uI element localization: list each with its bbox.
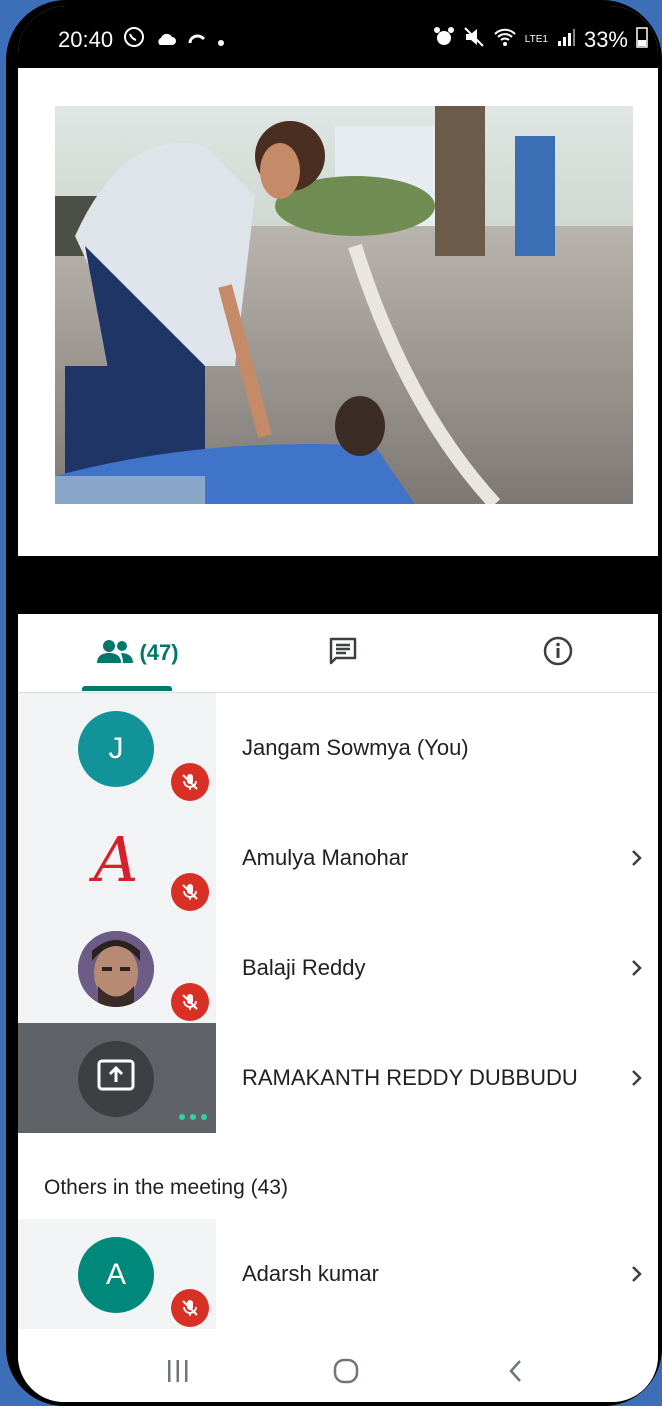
mic-off-icon [171, 873, 209, 911]
tab-chat[interactable] [308, 614, 378, 692]
info-icon [542, 635, 574, 672]
presentation-slide-image [55, 106, 633, 504]
status-time: 20:40 [58, 27, 114, 52]
screen: 20:40 LTE1 33% (47) J Jangam Sowmya (You… [18, 6, 658, 1402]
people-icon [97, 639, 134, 668]
avatar: A [78, 1237, 154, 1313]
tab-people[interactable]: (47) [73, 614, 203, 692]
speaking-dots-icon [178, 1108, 208, 1126]
system-nav-bar [18, 1348, 658, 1402]
status-bar: 20:40 LTE1 33% [18, 6, 658, 68]
participant-row[interactable]: A Adarsh kumar [18, 1219, 658, 1329]
back-button[interactable] [508, 1358, 524, 1389]
participant-list: J Jangam Sowmya (You) A Amulya Manohar B… [18, 693, 658, 1133]
chevron-right-icon [630, 1023, 644, 1133]
presentation-area[interactable] [18, 68, 658, 556]
sync-icon [187, 27, 207, 53]
avatar: J [78, 711, 154, 787]
network-label: LTE1 [524, 34, 548, 45]
recent-apps-button[interactable] [166, 1358, 190, 1389]
others-list: A Adarsh kumar [18, 1219, 658, 1329]
mic-off-icon [171, 983, 209, 1021]
participant-row[interactable]: A Amulya Manohar [18, 803, 658, 913]
avatar [78, 931, 154, 1007]
wifi-icon [493, 27, 517, 53]
chevron-right-icon [630, 913, 644, 1023]
others-section-header: Others in the meeting (43) [44, 1176, 288, 1199]
avatar-handwritten-letter: A [93, 822, 139, 896]
participant-name: Adarsh kumar [242, 1261, 379, 1286]
present-screen-icon [96, 1058, 136, 1100]
meeting-tabs: (47) [18, 614, 658, 693]
dot-icon [217, 27, 225, 53]
mute-volume-icon [463, 26, 485, 54]
tab-info[interactable] [523, 614, 593, 692]
mic-off-icon [171, 1289, 209, 1327]
whatsapp-icon [123, 26, 145, 54]
participant-name: Balaji Reddy [242, 955, 366, 980]
video-black-band [18, 556, 658, 614]
battery-icon [636, 26, 648, 54]
alarm-icon [433, 26, 455, 54]
cloud-icon [155, 27, 177, 53]
avatar: A [78, 821, 154, 897]
chevron-right-icon [630, 1219, 644, 1329]
phone-frame: 20:40 LTE1 33% (47) J Jangam Sowmya (You… [6, 0, 662, 1406]
participant-name: Jangam Sowmya (You) [242, 735, 469, 760]
battery-percent: 33% [583, 27, 628, 52]
participant-name: Amulya Manohar [242, 845, 409, 870]
participant-name: RAMAKANTH REDDY DUBBUDU [242, 1065, 578, 1090]
active-tab-indicator [82, 686, 172, 691]
participant-row[interactable]: RAMAKANTH REDDY DUBBUDU [18, 1023, 658, 1133]
chevron-right-icon [630, 803, 644, 913]
mic-off-icon [171, 763, 209, 801]
home-button[interactable] [333, 1358, 359, 1389]
avatar [78, 1041, 154, 1117]
participant-row[interactable]: Balaji Reddy [18, 913, 658, 1023]
chat-icon [328, 636, 358, 671]
people-count: (47) [139, 640, 179, 665]
participant-row[interactable]: J Jangam Sowmya (You) [18, 693, 658, 803]
signal-icon [556, 27, 576, 53]
